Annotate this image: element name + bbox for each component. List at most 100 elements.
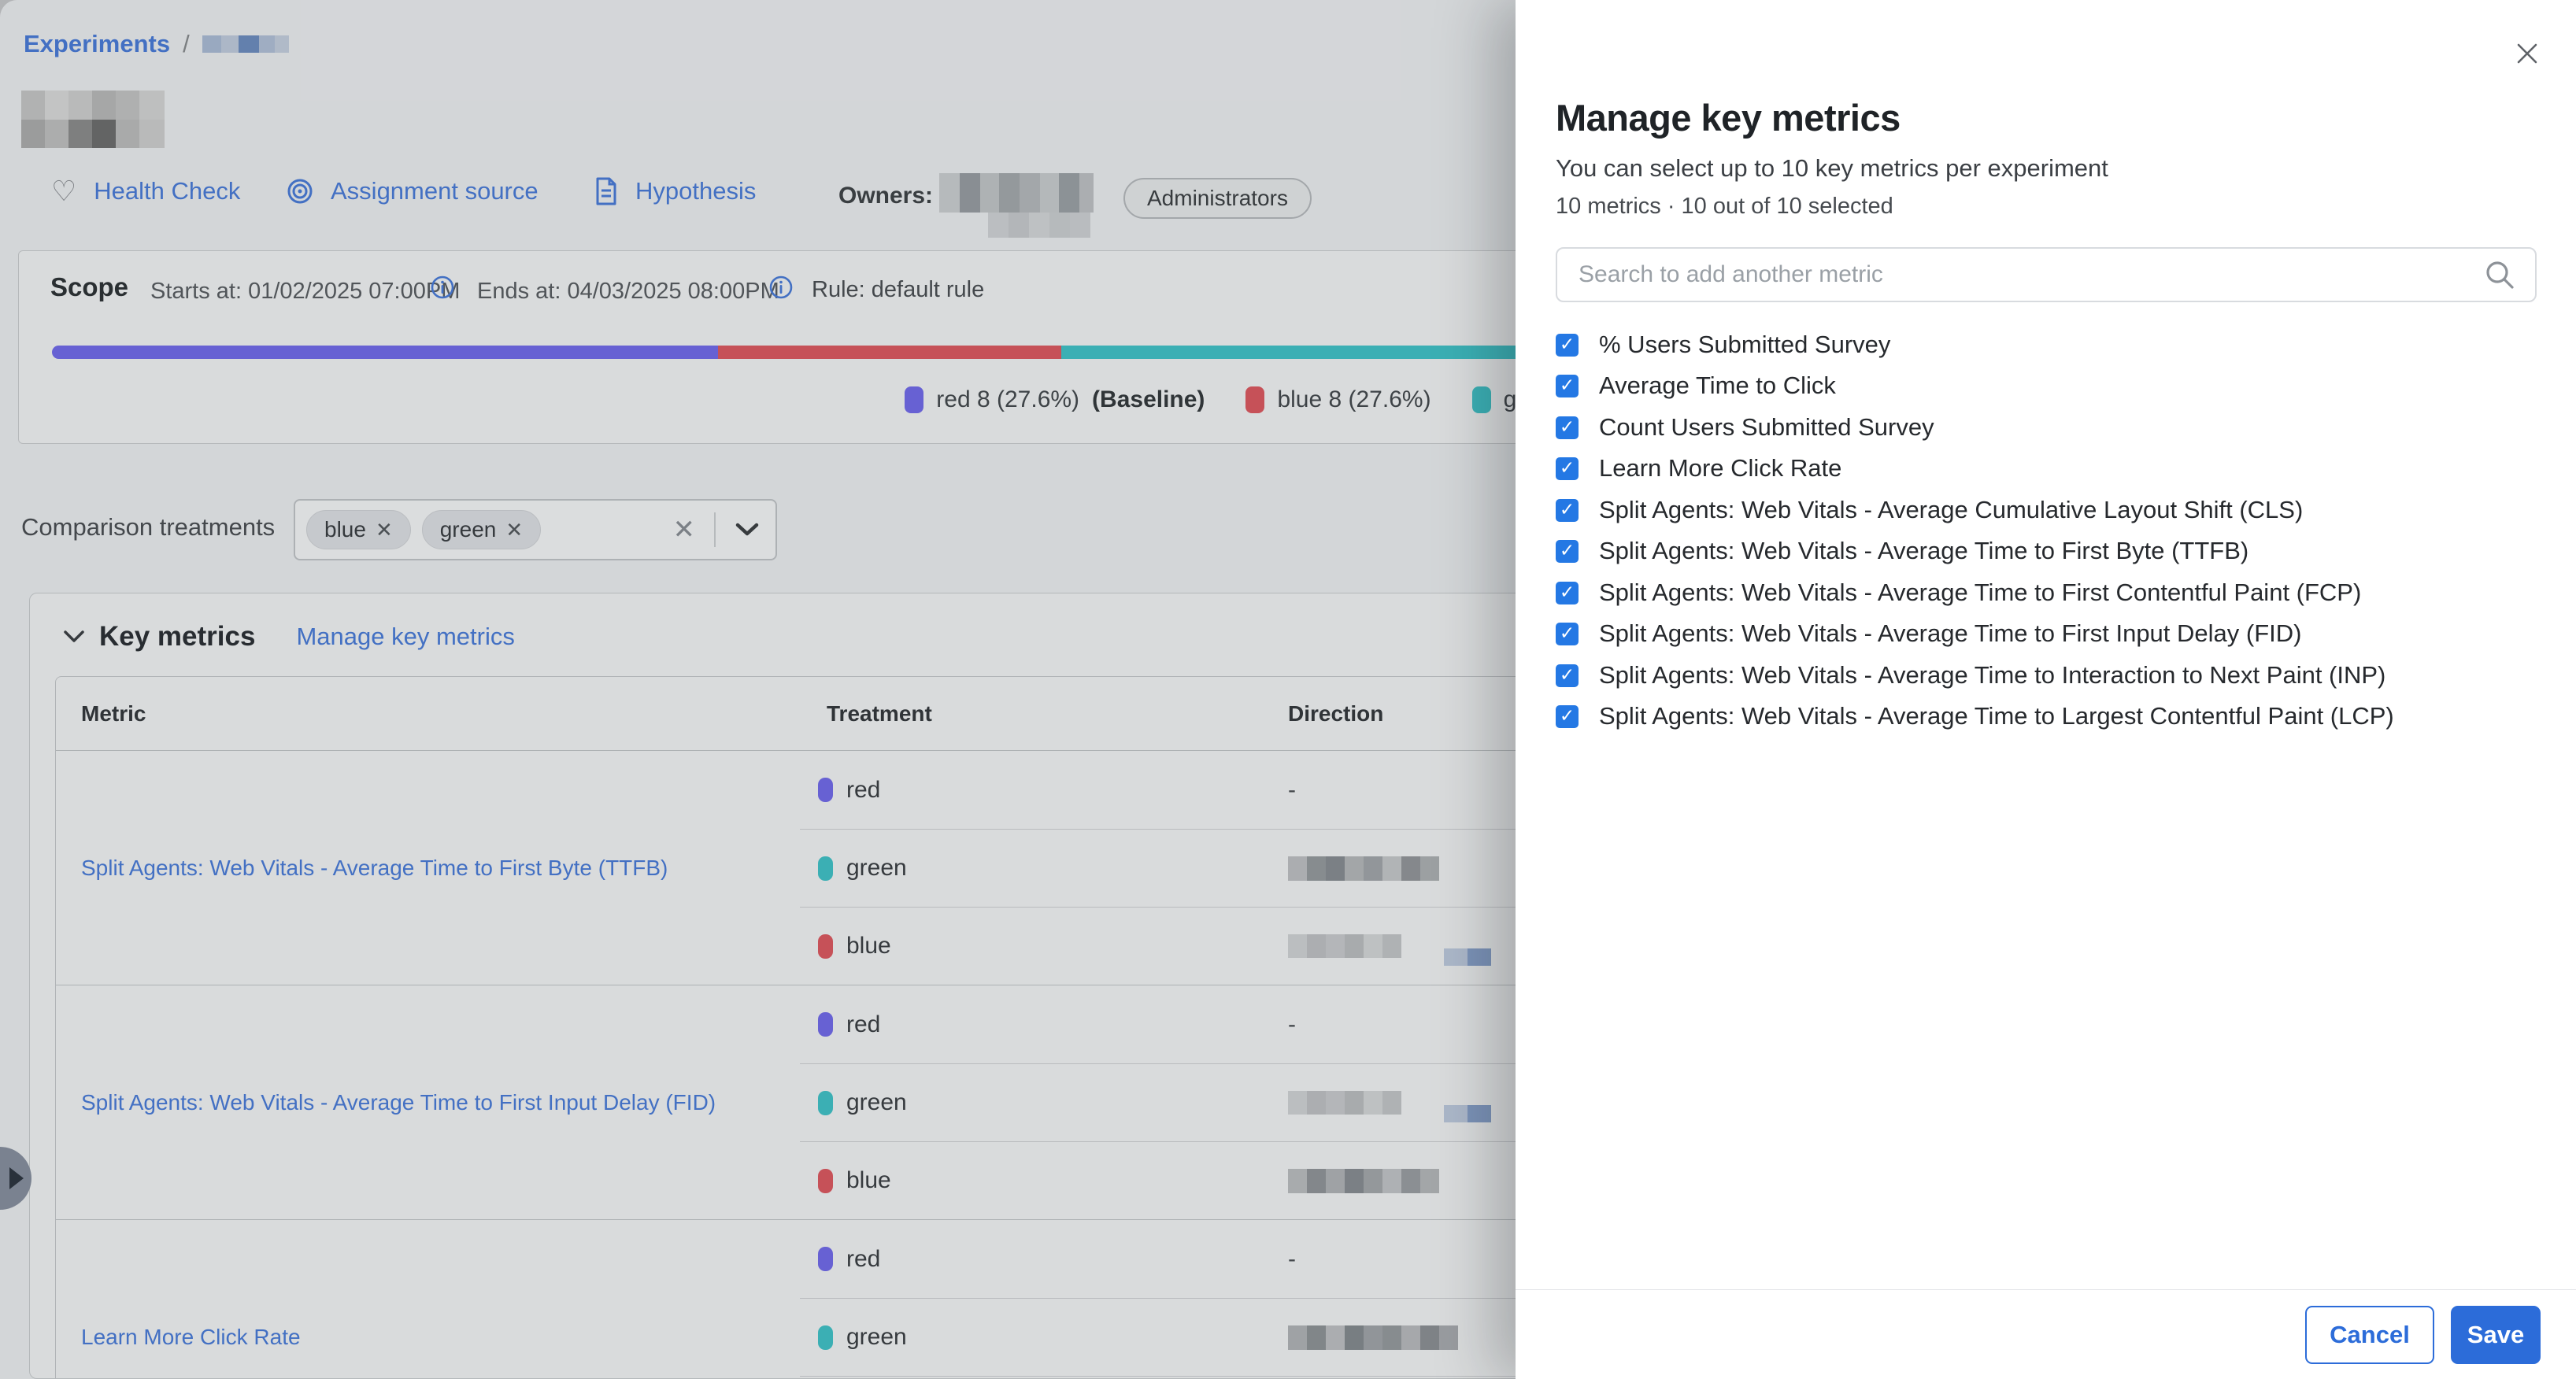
clear-selection-icon[interactable]: ✕ [673, 514, 696, 545]
treatment-swatch [818, 1091, 833, 1115]
search-icon [2483, 258, 2516, 291]
metric-option[interactable]: Split Agents: Web Vitals - Average Time … [1556, 696, 2394, 737]
app-window: Experiments / ♡ Health Check Assignment … [0, 0, 2576, 1379]
metric-option[interactable]: Split Agents: Web Vitals - Average Time … [1556, 531, 2248, 571]
tab-assignment-source[interactable]: Assignment source [287, 177, 539, 205]
legend-item-red: red 8 (27.6%) (Baseline) [905, 386, 1205, 413]
heart-icon: ♡ [51, 177, 76, 205]
metric-option-label: Count Users Submitted Survey [1599, 413, 1934, 442]
manage-key-metrics-link[interactable]: Manage key metrics [296, 623, 514, 651]
scope-title: Scope [50, 272, 128, 302]
direction-value: - [1288, 777, 1296, 804]
chip-remove-icon[interactable]: ✕ [376, 518, 393, 542]
checkbox-checked[interactable] [1556, 623, 1579, 645]
checkbox-checked[interactable] [1556, 664, 1579, 687]
panel-title: Manage key metrics [1556, 96, 1901, 139]
redacted-page-title [21, 91, 165, 148]
metric-option-label: Split Agents: Web Vitals - Average Cumul… [1599, 496, 2303, 524]
metric-option[interactable]: Learn More Click Rate [1556, 448, 1841, 489]
save-button[interactable]: Save [2451, 1306, 2541, 1364]
owners-label: Owners: [838, 183, 933, 209]
breadcrumb-separator: / [183, 30, 190, 58]
target-icon [287, 178, 313, 205]
legend-label: blue 8 (27.6%) [1277, 386, 1430, 413]
collapse-chevron-icon[interactable] [63, 630, 85, 644]
metric-option-label: Split Agents: Web Vitals - Average Time … [1599, 702, 2394, 730]
comparison-treatments-select[interactable]: blue ✕ green ✕ ✕ [294, 499, 777, 560]
breadcrumb-experiments-link[interactable]: Experiments [24, 30, 170, 58]
close-icon[interactable] [2513, 39, 2541, 68]
treatment-swatch [818, 856, 833, 881]
metrics-count: 10 metrics · 10 out of 10 selected [1556, 194, 1893, 220]
chevron-right-icon [9, 1167, 24, 1189]
treatment-swatch [818, 778, 833, 802]
checkbox-checked[interactable] [1556, 375, 1579, 397]
treatment-label: green [846, 1089, 907, 1116]
chevron-down-icon[interactable] [735, 522, 760, 538]
metric-option-label: Split Agents: Web Vitals - Average Time … [1599, 537, 2248, 565]
administrators-badge: Administrators [1123, 178, 1312, 219]
metric-option-label: % Users Submitted Survey [1599, 331, 1890, 359]
treatment-label: blue [846, 933, 891, 959]
comparison-treatments-label: Comparison treatments [21, 513, 275, 542]
checkbox-checked[interactable] [1556, 457, 1579, 480]
metric-option[interactable]: Count Users Submitted Survey [1556, 407, 1934, 448]
direction-value: - [1288, 1011, 1296, 1038]
breadcrumb: Experiments / [24, 30, 289, 58]
metric-option-label: Learn More Click Rate [1599, 454, 1841, 482]
column-header-treatment: Treatment [800, 701, 1260, 726]
metric-option[interactable]: Split Agents: Web Vitals - Average Time … [1556, 572, 2361, 613]
metric-link[interactable]: Learn More Click Rate [81, 1322, 301, 1352]
legend-swatch [905, 386, 923, 413]
select-divider [714, 512, 716, 547]
metric-link[interactable]: Split Agents: Web Vitals - Average Time … [81, 1088, 716, 1118]
tab-label: Health Check [94, 177, 240, 205]
checkbox-checked[interactable] [1556, 705, 1579, 728]
redacted-owner-name [939, 173, 1094, 238]
treatment-swatch [818, 934, 833, 959]
cancel-button[interactable]: Cancel [2305, 1306, 2434, 1364]
legend-label: red 8 (27.6%) [936, 386, 1079, 413]
info-icon[interactable] [768, 275, 794, 300]
treatment-label: red [846, 1011, 880, 1038]
redacted-experiment-name [202, 35, 289, 53]
chip-remove-icon[interactable]: ✕ [505, 518, 523, 542]
metric-search-input[interactable] [1557, 261, 2483, 288]
metric-option[interactable]: Split Agents: Web Vitals - Average Time … [1556, 655, 2385, 696]
legend-swatch [1472, 386, 1491, 413]
manage-key-metrics-panel: Manage key metrics You can select up to … [1516, 0, 2576, 1379]
bar-segment-blue [718, 346, 1061, 359]
treatment-swatch [818, 1169, 833, 1193]
treatment-chip-green[interactable]: green ✕ [422, 510, 541, 549]
sidebar-expand-button[interactable] [0, 1147, 31, 1210]
tab-hypothesis[interactable]: Hypothesis [594, 177, 756, 205]
treatment-swatch [818, 1247, 833, 1271]
checkbox-checked[interactable] [1556, 540, 1579, 563]
checkbox-checked[interactable] [1556, 582, 1579, 604]
metric-link[interactable]: Split Agents: Web Vitals - Average Time … [81, 853, 668, 883]
metric-option[interactable]: Split Agents: Web Vitals - Average Cumul… [1556, 490, 2303, 531]
treatment-label: green [846, 855, 907, 882]
metric-search-box [1556, 247, 2537, 302]
document-icon [594, 177, 618, 205]
column-header-metric: Metric [56, 701, 800, 726]
metric-option-label: Split Agents: Web Vitals - Average Time … [1599, 661, 2385, 690]
scope-ends-at: Ends at: 04/03/2025 08:00PM [477, 279, 779, 305]
chip-label: blue [324, 517, 366, 542]
legend-swatch [1245, 386, 1264, 413]
tab-label: Assignment source [331, 177, 539, 205]
checkbox-checked[interactable] [1556, 334, 1579, 357]
info-icon[interactable] [430, 275, 455, 300]
checkbox-checked[interactable] [1556, 416, 1579, 439]
treatment-swatch [818, 1325, 833, 1350]
checkbox-checked[interactable] [1556, 499, 1579, 522]
chip-label: green [440, 517, 497, 542]
metric-option[interactable]: Average Time to Click [1556, 365, 1836, 406]
treatment-swatch [818, 1012, 833, 1037]
tab-health-check[interactable]: ♡ Health Check [51, 177, 240, 205]
legend-baseline-label: (Baseline) [1092, 386, 1205, 413]
metric-option[interactable]: % Users Submitted Survey [1556, 324, 1890, 365]
metric-option[interactable]: Split Agents: Web Vitals - Average Time … [1556, 613, 2301, 654]
scope-rule: Rule: default rule [812, 277, 984, 303]
treatment-chip-blue[interactable]: blue ✕ [306, 510, 411, 549]
